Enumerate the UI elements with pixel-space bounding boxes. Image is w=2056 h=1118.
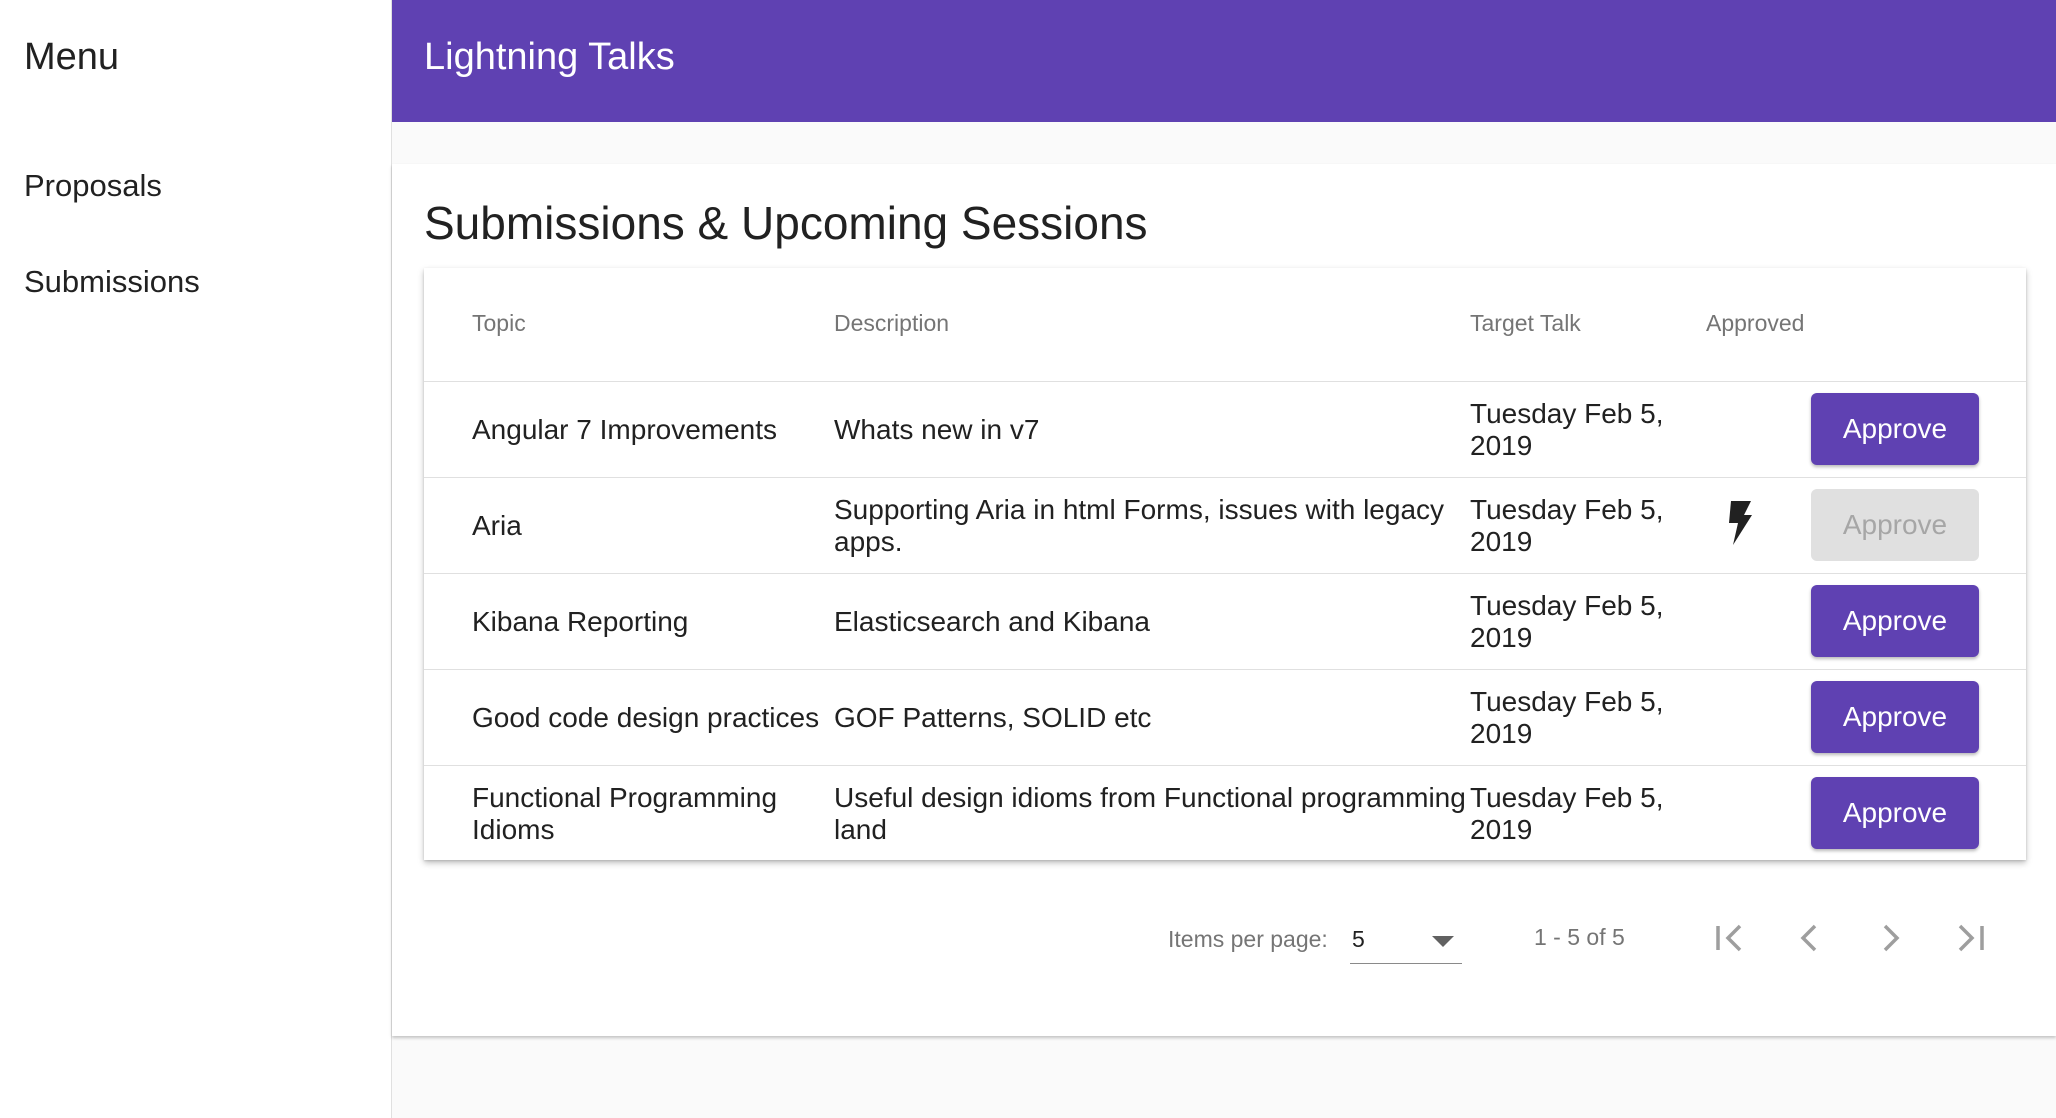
chevron-left-icon	[1792, 920, 1828, 961]
table-row: Functional Programming Idioms Useful des…	[424, 766, 2026, 862]
cell-target-talk: Tuesday Feb 5, 2019	[1470, 590, 1664, 653]
last-page-button[interactable]	[1938, 908, 2002, 972]
table-header: Topic Description Target Talk Approved	[424, 268, 2026, 382]
cell-target-talk: Tuesday Feb 5, 2019	[1470, 782, 1664, 845]
approve-button[interactable]: Approve	[1811, 681, 1979, 753]
cell-approved	[1700, 766, 1780, 862]
approve-button[interactable]: Approve	[1811, 393, 1979, 465]
paginator: Items per page: 5 1 - 5 of 5	[392, 904, 2056, 984]
cell-target-talk: Tuesday Feb 5, 2019	[1470, 686, 1664, 749]
sidebar: Menu Proposals Submissions	[0, 0, 392, 1118]
first-page-icon	[1712, 920, 1748, 961]
cell-approved	[1700, 574, 1780, 670]
approve-button[interactable]: Approve	[1811, 777, 1979, 849]
cell-target-talk: Tuesday Feb 5, 2019	[1470, 494, 1664, 557]
cell-description: Supporting Aria in html Forms, issues wi…	[834, 494, 1445, 557]
table-row: Good code design practices GOF Patterns,…	[424, 670, 2026, 766]
cell-topic: Functional Programming Idioms	[472, 782, 778, 845]
cell-topic: Aria	[472, 510, 522, 541]
top-toolbar: Lightning Talks	[392, 0, 2056, 122]
cell-target-talk: Tuesday Feb 5, 2019	[1470, 398, 1664, 461]
dropdown-arrow-icon	[1432, 936, 1454, 947]
cell-topic: Good code design practices	[472, 702, 820, 733]
header-description: Description	[834, 310, 950, 336]
page-size-select[interactable]: 5	[1350, 918, 1462, 964]
cell-topic: Kibana Reporting	[472, 606, 689, 637]
main-area: Lightning Talks Submissions & Upcoming S…	[392, 0, 2056, 1118]
sidebar-item-proposals[interactable]: Proposals	[24, 168, 162, 204]
sidebar-title: Menu	[24, 36, 120, 78]
app-title: Lightning Talks	[424, 36, 675, 78]
chevron-right-icon	[1872, 920, 1908, 961]
header-approved: Approved	[1706, 310, 1805, 336]
next-page-button[interactable]	[1858, 908, 1922, 972]
first-page-button[interactable]	[1698, 908, 1762, 972]
header-topic: Topic	[472, 310, 526, 336]
cell-topic: Angular 7 Improvements	[472, 414, 778, 445]
cell-description: Whats new in v7	[834, 414, 1040, 445]
app-root: Menu Proposals Submissions Lightning Tal…	[0, 0, 2056, 1118]
page-title: Submissions & Upcoming Sessions	[424, 197, 1148, 249]
previous-page-button[interactable]	[1778, 908, 1842, 972]
page-range-label: 1 - 5 of 5	[1534, 924, 1625, 950]
cell-description: Useful design idioms from Functional pro…	[834, 782, 1466, 845]
header-target-talk: Target Talk	[1470, 310, 1581, 336]
sidebar-item-submissions[interactable]: Submissions	[24, 264, 200, 300]
submissions-card: Submissions & Upcoming Sessions Topic De…	[392, 164, 2056, 1036]
cell-approved	[1700, 478, 1780, 574]
table-row: Angular 7 Improvements Whats new in v7 T…	[424, 382, 2026, 478]
cell-approved	[1700, 382, 1780, 478]
approve-button[interactable]: Approve	[1811, 489, 1979, 561]
approve-button[interactable]: Approve	[1811, 585, 1979, 657]
items-per-page-label: Items per page:	[1168, 926, 1328, 952]
cell-description: Elasticsearch and Kibana	[834, 606, 1150, 637]
lightning-bolt-icon	[1727, 500, 1753, 552]
cell-approved	[1700, 670, 1780, 766]
submissions-table: Topic Description Target Talk Approved A…	[424, 268, 2026, 860]
table-row: Kibana Reporting Elasticsearch and Kiban…	[424, 574, 2026, 670]
last-page-icon	[1952, 920, 1988, 961]
table-row: Aria Supporting Aria in html Forms, issu…	[424, 478, 2026, 574]
cell-description: GOF Patterns, SOLID etc	[834, 702, 1152, 733]
page-size-value: 5	[1352, 926, 1365, 952]
